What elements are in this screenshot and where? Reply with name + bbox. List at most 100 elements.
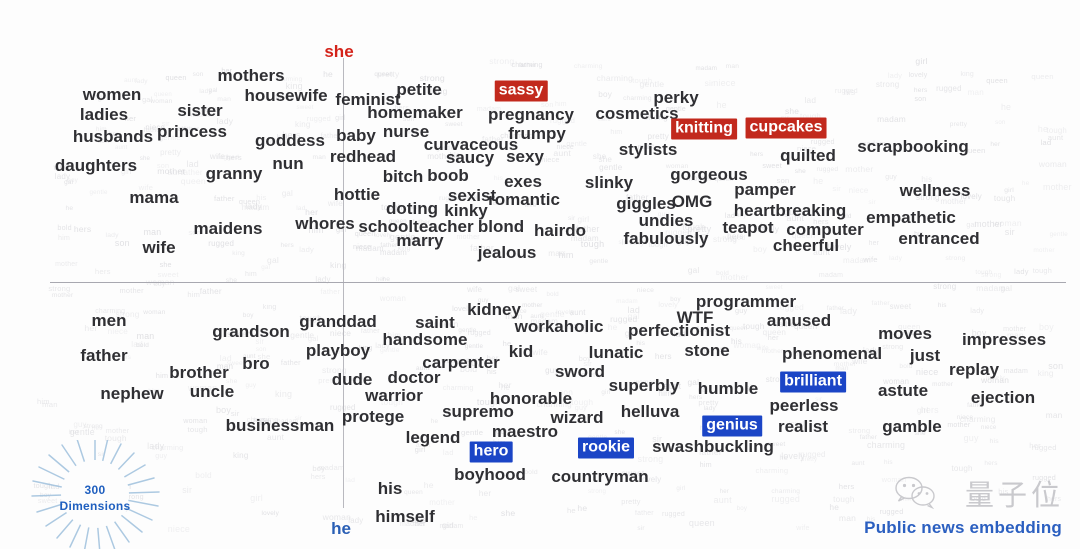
word-label: phenomenal <box>781 344 883 363</box>
background-word: man <box>725 63 740 71</box>
background-word: hers <box>913 86 928 94</box>
background-word: boy <box>598 90 613 100</box>
word-label: cosmetics <box>595 104 679 123</box>
background-word: aunt <box>713 495 732 506</box>
background-word: his <box>843 86 856 97</box>
word-label: kidney <box>467 300 521 319</box>
word-label: genius <box>702 415 762 437</box>
background-word: her <box>1029 441 1041 451</box>
background-word: him <box>187 289 201 299</box>
brand-block: 量子位 Public news embedding <box>800 472 1072 544</box>
background-word: lady <box>840 305 858 316</box>
word-label: grandson <box>212 322 290 341</box>
background-word: rugged <box>208 239 235 249</box>
background-word: lovely <box>261 510 280 518</box>
background-word: charming <box>442 384 474 393</box>
word-label: brilliant <box>780 371 846 393</box>
background-word: he <box>1037 123 1049 134</box>
background-word: woman <box>150 97 173 105</box>
word-label: men <box>91 311 127 330</box>
word-label: boob <box>427 166 469 185</box>
background-word: lady <box>703 404 716 412</box>
background-word: she <box>139 155 151 163</box>
background-word: niece <box>848 186 869 196</box>
word-label: amused <box>766 311 832 330</box>
background-word: boy <box>736 504 748 512</box>
background-word: hers <box>94 266 111 276</box>
background-word: aunt <box>1047 133 1064 143</box>
background-word: lad <box>296 205 306 213</box>
word-label: marry <box>396 231 444 250</box>
brand-chinese-name: 量子位 <box>964 478 1064 512</box>
word-label: sassy <box>494 80 548 102</box>
background-word: pretty <box>377 68 400 79</box>
background-word: sweet <box>762 161 782 170</box>
background-word: father <box>213 193 235 203</box>
background-word: man <box>548 249 565 259</box>
background-word: gal <box>261 264 271 272</box>
background-word: gentle <box>589 257 609 265</box>
background-word: her <box>68 429 79 437</box>
word-label: knitting <box>671 118 737 140</box>
background-word: hers <box>984 460 998 468</box>
background-word: his <box>937 302 947 310</box>
word-label: superbly <box>608 376 680 395</box>
word-label: helluva <box>620 402 680 421</box>
background-word: strong <box>945 255 966 263</box>
word-label: slinky <box>584 173 634 192</box>
background-word: strong <box>848 426 871 436</box>
background-word: niece <box>981 424 997 431</box>
background-word: niece <box>636 287 655 295</box>
background-word: he <box>65 205 74 213</box>
background-word: charming <box>755 466 789 476</box>
word-label: nephew <box>100 384 164 403</box>
word-label: fabulously <box>623 229 709 248</box>
background-word: bold <box>716 269 729 277</box>
background-word: she <box>500 508 516 519</box>
word-embedding-visualization: hers him king charming rugged aunt sir queen sir… <box>0 0 1080 549</box>
word-label: teapot <box>722 218 774 237</box>
background-word: son <box>1048 360 1064 371</box>
background-word: he <box>423 479 434 490</box>
background-word: wife <box>863 255 878 265</box>
word-label: perfectionist <box>627 321 731 340</box>
background-word: strong <box>981 271 1002 279</box>
word-label: brother <box>169 363 229 382</box>
background-word: tough <box>993 193 1016 203</box>
background-word: he <box>716 99 727 110</box>
word-label: himself <box>375 507 435 526</box>
word-label: sword <box>554 362 606 381</box>
background-word: boy <box>67 176 79 184</box>
word-label: maidens <box>193 219 263 238</box>
word-label: saucy <box>445 148 495 167</box>
word-label: hottie <box>333 185 381 204</box>
background-word: son <box>157 160 170 170</box>
background-word: she <box>592 152 607 162</box>
background-word: wife <box>532 347 549 358</box>
background-word: she <box>614 429 626 437</box>
background-word: queen <box>165 72 187 82</box>
background-word: gentle <box>464 342 484 350</box>
background-word: he <box>813 176 824 187</box>
background-word: girl <box>915 56 928 67</box>
background-word: wife <box>209 151 226 161</box>
background-word: father <box>518 61 536 69</box>
word-label: entranced <box>898 229 980 248</box>
background-word: madam <box>976 283 1006 294</box>
background-word: hers <box>920 405 939 416</box>
background-word: him <box>245 271 257 279</box>
background-word: bold <box>195 469 212 480</box>
background-word: king <box>262 303 277 311</box>
background-word: he <box>91 425 100 433</box>
word-label: cupcakes <box>745 117 827 139</box>
word-label: legend <box>405 428 461 447</box>
background-word: her <box>990 141 1001 149</box>
background-word: mother <box>429 498 456 508</box>
background-word: niece <box>713 77 736 88</box>
word-label: redhead <box>329 147 397 166</box>
word-label: lunatic <box>588 343 644 362</box>
background-word: woman <box>1038 158 1067 169</box>
background-word: his <box>493 175 503 183</box>
background-word: lad <box>804 95 817 106</box>
word-label: exes <box>504 172 542 191</box>
